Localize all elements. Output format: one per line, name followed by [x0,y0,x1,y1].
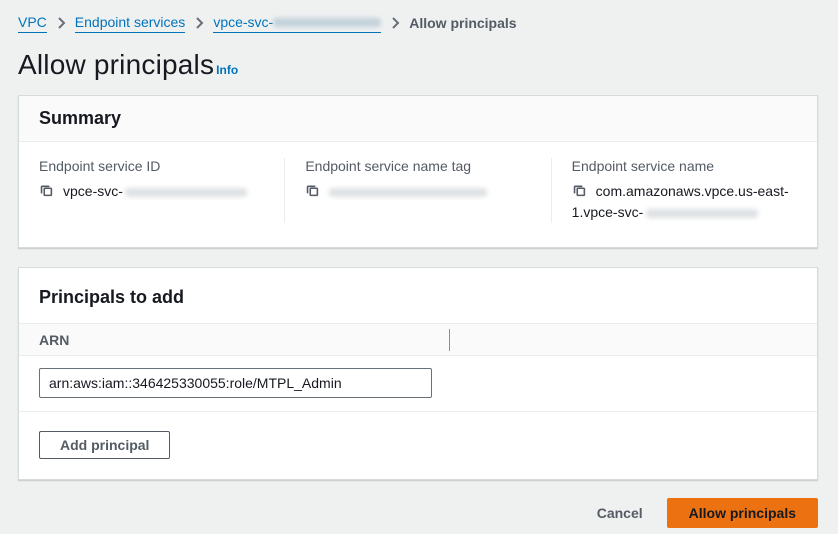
page-title: Allow principals [18,49,214,80]
column-resize-divider[interactable] [449,329,450,351]
field-label: Endpoint service name tag [305,158,530,174]
principals-card-header: Principals to add [19,268,817,323]
field-value [305,181,530,202]
summary-title: Summary [39,108,797,129]
copy-icon[interactable] [572,183,587,198]
add-principal-button[interactable]: Add principal [39,431,170,459]
field-value: vpce-svc- [39,181,264,202]
chevron-right-icon [390,17,400,29]
breadcrumb-service-id-prefix: vpce-svc- [213,12,273,32]
principals-title: Principals to add [39,287,797,308]
breadcrumb-link-service-id[interactable]: vpce-svc- [213,12,381,33]
breadcrumb-link-endpoint-services[interactable]: Endpoint services [75,12,186,33]
breadcrumb-link-vpc[interactable]: VPC [18,12,47,33]
summary-field-endpoint-service-name-tag: Endpoint service name tag [284,158,550,223]
arn-column-header: ARN [39,332,69,348]
summary-card-header: Summary [19,96,817,142]
arn-input[interactable] [39,368,432,398]
breadcrumb-current: Allow principals [409,13,516,33]
field-label: Endpoint service name [572,158,797,174]
summary-field-endpoint-service-id: Endpoint service ID vpce-svc- [19,158,284,223]
arn-table-header-row: ARN [19,323,817,356]
info-link[interactable]: Info [216,63,238,77]
breadcrumb: VPC Endpoint services vpce-svc- Allow pr… [18,12,820,33]
summary-card: Summary Endpoint service ID vpce-svc- En… [18,95,818,248]
cancel-button[interactable]: Cancel [597,505,643,521]
allow-principals-button[interactable]: Allow principals [667,498,818,528]
summary-body: Endpoint service ID vpce-svc- Endpoint s… [19,142,817,247]
field-value: com.amazonaws.vpce.us-east-1.vpce-svc- [572,181,797,223]
redacted-text [273,18,381,27]
chevron-right-icon [194,17,204,29]
field-label: Endpoint service ID [39,158,264,174]
page-actions: Cancel Allow principals [18,498,818,528]
redacted-text [329,188,487,197]
copy-icon[interactable] [39,183,54,198]
copy-icon[interactable] [305,183,320,198]
summary-field-endpoint-service-name: Endpoint service name com.amazonaws.vpce… [551,158,817,223]
allow-principals-page: VPC Endpoint services vpce-svc- Allow pr… [0,0,838,528]
page-title-row: Allow principalsInfo [18,49,820,81]
chevron-right-icon [56,17,66,29]
redacted-text [646,209,758,218]
field-value-prefix: vpce-svc- [63,183,123,199]
arn-input-row [19,356,817,412]
redacted-text [125,188,247,197]
principals-card-footer: Add principal [19,412,817,479]
principals-to-add-card: Principals to add ARN Add principal [18,267,818,480]
